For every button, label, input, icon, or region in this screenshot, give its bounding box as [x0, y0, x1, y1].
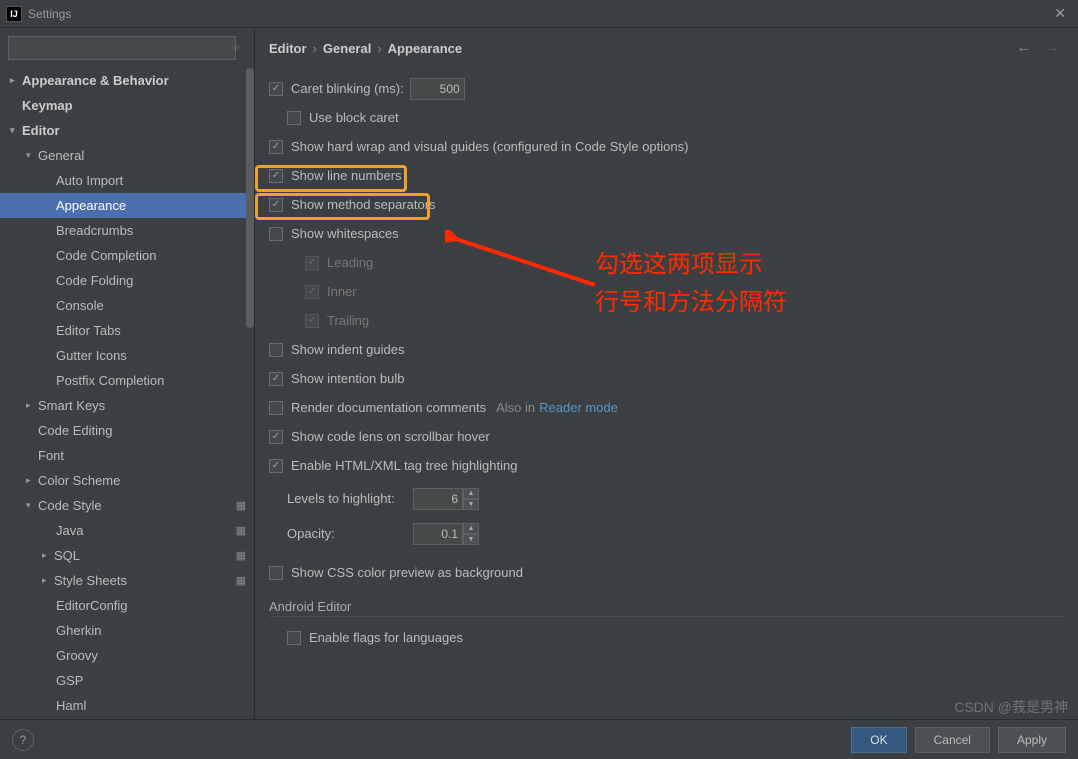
tree-gutter-icons[interactable]: Gutter Icons — [0, 343, 254, 368]
render-doc-label: Render documentation comments — [291, 400, 486, 415]
tree-font[interactable]: Font — [0, 443, 254, 468]
settings-content: Caret blinking (ms): Use block caret Sho… — [255, 68, 1078, 719]
tree-editor[interactable]: ▾Editor — [0, 118, 254, 143]
highlight-box — [255, 165, 407, 192]
tree-appearance[interactable]: Appearance — [0, 193, 254, 218]
titlebar: IJ Settings ✕ — [0, 0, 1078, 28]
caret-blinking-input[interactable] — [410, 78, 465, 100]
css-preview-label: Show CSS color preview as background — [291, 565, 523, 580]
search-icon: ⌕ — [233, 40, 240, 55]
trailing-checkbox — [305, 314, 319, 328]
enable-flags-label: Enable flags for languages — [309, 630, 463, 645]
forward-icon[interactable]: → — [1044, 39, 1060, 57]
leading-checkbox — [305, 256, 319, 270]
levels-label: Levels to highlight: — [287, 491, 407, 506]
opacity-input[interactable] — [413, 523, 463, 545]
hard-wrap-checkbox[interactable] — [269, 140, 283, 154]
spinner-up-icon[interactable]: ▲ — [463, 488, 479, 499]
help-button[interactable]: ? — [12, 729, 34, 751]
caret-blinking-checkbox[interactable] — [269, 82, 283, 96]
close-icon[interactable]: ✕ — [1048, 5, 1072, 22]
also-in-label: Also in — [496, 400, 535, 415]
reader-mode-link[interactable]: Reader mode — [539, 400, 618, 415]
gear-icon: ▦ — [236, 524, 246, 537]
back-icon[interactable]: ← — [1016, 39, 1032, 57]
tree-code-editing[interactable]: Code Editing — [0, 418, 254, 443]
highlight-box — [255, 193, 430, 220]
enable-flags-checkbox[interactable] — [287, 631, 301, 645]
ok-button[interactable]: OK — [851, 727, 906, 753]
settings-tree: ▸Appearance & Behavior Keymap ▾Editor ▾G… — [0, 68, 254, 719]
intention-bulb-label: Show intention bulb — [291, 371, 404, 386]
tree-haml[interactable]: Haml — [0, 693, 254, 718]
gear-icon: ▦ — [236, 549, 246, 562]
tag-tree-label: Enable HTML/XML tag tree highlighting — [291, 458, 517, 473]
css-preview-checkbox[interactable] — [269, 566, 283, 580]
render-doc-checkbox[interactable] — [269, 401, 283, 415]
spinner-down-icon[interactable]: ▼ — [463, 499, 479, 510]
tree-sql[interactable]: ▸SQL▦ — [0, 543, 254, 568]
tree-editor-tabs[interactable]: Editor Tabs — [0, 318, 254, 343]
spinner-down-icon[interactable]: ▼ — [463, 534, 479, 545]
spinner-up-icon[interactable]: ▲ — [463, 523, 479, 534]
gear-icon: ▦ — [236, 499, 246, 512]
apply-button[interactable]: Apply — [998, 727, 1066, 753]
breadcrumb: Editor›General›Appearance — [269, 41, 462, 56]
gear-icon: ▦ — [236, 574, 246, 587]
trailing-label: Trailing — [327, 313, 369, 328]
app-icon: IJ — [6, 6, 22, 22]
inner-label: Inner — [327, 284, 357, 299]
tag-tree-checkbox[interactable] — [269, 459, 283, 473]
footer: ? OK Cancel Apply — [0, 719, 1078, 759]
window-title: Settings — [28, 7, 71, 21]
tree-general[interactable]: ▾General — [0, 143, 254, 168]
tree-postfix-completion[interactable]: Postfix Completion — [0, 368, 254, 393]
sidebar: ⌕ ▸Appearance & Behavior Keymap ▾Editor … — [0, 28, 255, 719]
opacity-label: Opacity: — [287, 526, 407, 541]
tree-code-folding[interactable]: Code Folding — [0, 268, 254, 293]
scrollbar[interactable] — [246, 68, 254, 328]
tree-color-scheme[interactable]: ▸Color Scheme — [0, 468, 254, 493]
caret-blinking-label: Caret blinking (ms): — [291, 81, 404, 96]
intention-bulb-checkbox[interactable] — [269, 372, 283, 386]
tree-gherkin[interactable]: Gherkin — [0, 618, 254, 643]
search-input[interactable] — [8, 36, 236, 60]
block-caret-checkbox[interactable] — [287, 111, 301, 125]
tree-console[interactable]: Console — [0, 293, 254, 318]
tree-gsp[interactable]: GSP — [0, 668, 254, 693]
main-panel: Editor›General›Appearance ← → Caret blin… — [255, 28, 1078, 719]
android-editor-section: Android Editor — [269, 599, 1064, 617]
tree-smart-keys[interactable]: ▸Smart Keys — [0, 393, 254, 418]
inner-checkbox — [305, 285, 319, 299]
indent-guides-checkbox[interactable] — [269, 343, 283, 357]
whitespaces-checkbox[interactable] — [269, 227, 283, 241]
tree-keymap[interactable]: Keymap — [0, 93, 254, 118]
tree-groovy[interactable]: Groovy — [0, 643, 254, 668]
tree-style-sheets[interactable]: ▸Style Sheets▦ — [0, 568, 254, 593]
tree-code-style[interactable]: ▾Code Style▦ — [0, 493, 254, 518]
cancel-button[interactable]: Cancel — [915, 727, 990, 753]
tree-java[interactable]: Java▦ — [0, 518, 254, 543]
tree-appearance-behavior[interactable]: ▸Appearance & Behavior — [0, 68, 254, 93]
levels-input[interactable] — [413, 488, 463, 510]
tree-code-completion[interactable]: Code Completion — [0, 243, 254, 268]
leading-label: Leading — [327, 255, 373, 270]
indent-guides-label: Show indent guides — [291, 342, 404, 357]
hard-wrap-label: Show hard wrap and visual guides (config… — [291, 139, 688, 154]
tree-editorconfig[interactable]: EditorConfig — [0, 593, 254, 618]
tree-auto-import[interactable]: Auto Import — [0, 168, 254, 193]
whitespaces-label: Show whitespaces — [291, 226, 399, 241]
code-lens-label: Show code lens on scrollbar hover — [291, 429, 490, 444]
block-caret-label: Use block caret — [309, 110, 399, 125]
code-lens-checkbox[interactable] — [269, 430, 283, 444]
tree-breadcrumbs[interactable]: Breadcrumbs — [0, 218, 254, 243]
